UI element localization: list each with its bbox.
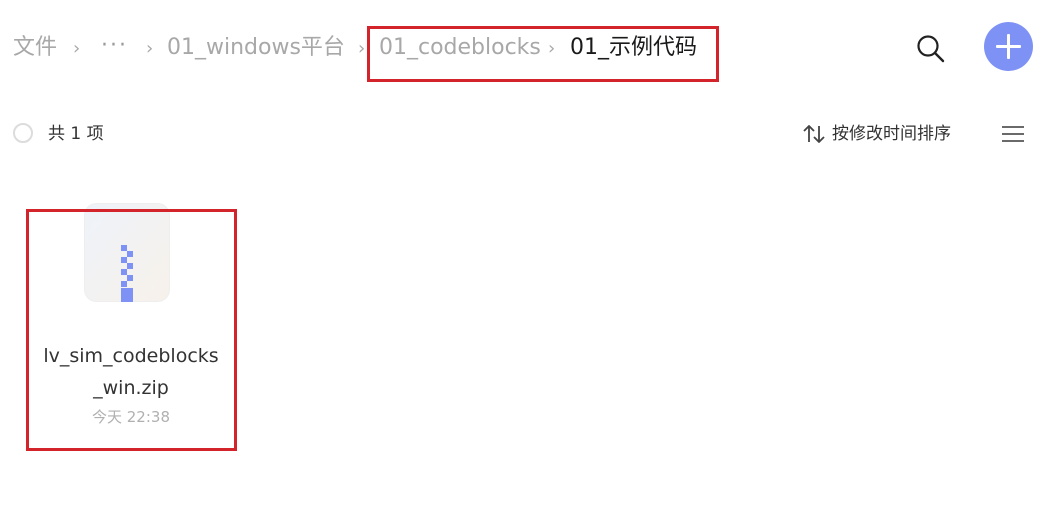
breadcrumb-more[interactable]: ··· <box>101 30 128 62</box>
breadcrumb-separator: › <box>146 38 154 59</box>
sort-by-modified-button[interactable]: 按修改时间排序 <box>832 122 951 146</box>
search-icon[interactable] <box>914 32 948 66</box>
add-button[interactable] <box>984 22 1033 71</box>
sort-arrows-icon[interactable] <box>802 123 826 145</box>
breadcrumb-root[interactable]: 文件 <box>13 32 57 64</box>
select-all-checkbox[interactable] <box>13 123 33 143</box>
breadcrumb-separator: › <box>73 38 81 59</box>
breadcrumb-item-windows[interactable]: 01_windows平台 <box>167 32 345 64</box>
breadcrumb-separator: › <box>358 38 366 59</box>
breadcrumb-highlight-box <box>367 26 719 82</box>
list-view-icon[interactable] <box>1001 125 1025 143</box>
file-highlight-box <box>26 209 237 451</box>
item-count: 共 1 项 <box>48 124 104 144</box>
